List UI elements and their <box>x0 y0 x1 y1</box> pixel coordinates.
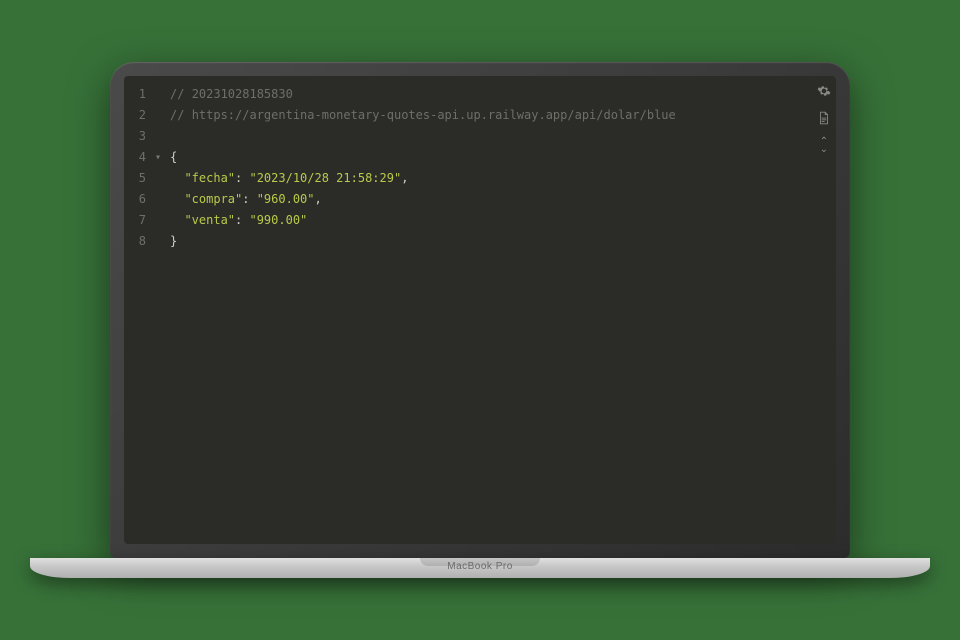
open-brace: { <box>170 150 177 164</box>
line-number-gutter: 1 2 3 4 5 6 7 8 <box>124 76 152 544</box>
editor-icon-rail: ⌃⌄ <box>812 76 836 544</box>
json-key: "venta" <box>184 213 235 227</box>
device-brand-label: MacBook Pro <box>447 561 513 572</box>
code-content[interactable]: // 20231028185830 // https://argentina-m… <box>164 76 812 544</box>
fold-toggle[interactable]: ▾ <box>152 147 164 168</box>
json-value: "2023/10/28 21:58:29" <box>249 171 401 185</box>
comment-line: // 20231028185830 <box>170 87 293 101</box>
json-key: "fecha" <box>184 171 235 185</box>
code-editor: 1 2 3 4 5 6 7 8 ▾ // 20231028185830 // h… <box>124 76 836 544</box>
laptop-base: MacBook Pro <box>30 558 930 578</box>
fold-gutter: ▾ <box>152 76 164 544</box>
json-value: "990.00" <box>249 213 307 227</box>
laptop-mockup: 1 2 3 4 5 6 7 8 ▾ // 20231028185830 // h… <box>100 62 860 578</box>
gear-icon[interactable] <box>817 84 831 103</box>
line-number: 6 <box>124 189 152 210</box>
close-brace: } <box>170 234 177 248</box>
line-number: 1 <box>124 84 152 105</box>
line-number: 7 <box>124 210 152 231</box>
comment-line: // https://argentina-monetary-quotes-api… <box>170 108 676 122</box>
line-number: 5 <box>124 168 152 189</box>
file-icon[interactable] <box>817 111 831 130</box>
line-number: 4 <box>124 147 152 168</box>
line-number: 3 <box>124 126 152 147</box>
screen-bezel: 1 2 3 4 5 6 7 8 ▾ // 20231028185830 // h… <box>110 62 850 558</box>
line-number: 8 <box>124 231 152 252</box>
line-number: 2 <box>124 105 152 126</box>
json-key: "compra" <box>184 192 242 206</box>
chevron-updown-icon[interactable]: ⌃⌄ <box>820 138 828 154</box>
json-value: "960.00" <box>257 192 315 206</box>
